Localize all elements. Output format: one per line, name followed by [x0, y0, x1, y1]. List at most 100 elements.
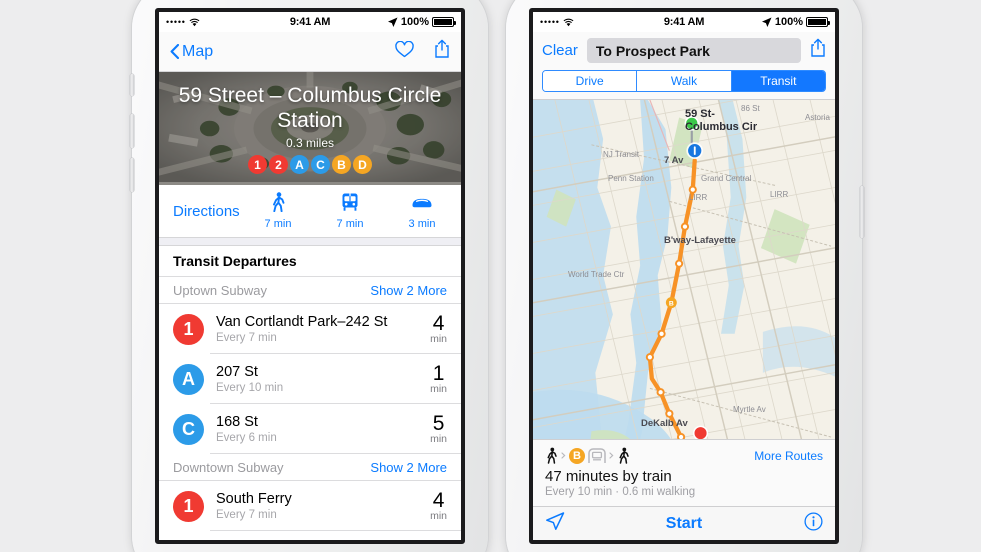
hero-overlay: 59 Street – Columbus Circle Station 0.3 … — [159, 72, 461, 185]
left-phone-screen: ••••• 9:41 AM 100% Map 59 Street – Colum… — [155, 8, 465, 544]
departure-group-header: Uptown Subway Show 2 More — [159, 277, 461, 304]
mode-drive[interactable]: 3 min — [397, 192, 447, 230]
transit-departures-title: Transit Departures — [159, 246, 461, 277]
departure-minutes: 4 — [432, 311, 445, 335]
right-phone-screen: ••••• 9:41 AM 100% Clear To Prospect Par… — [529, 8, 839, 544]
route-summary-panel: B More Routes 47 minutes by train Every … — [533, 439, 835, 506]
segment-drive[interactable]: Drive — [543, 71, 637, 91]
departure-minutes: 4 — [432, 488, 445, 512]
bus-icon — [342, 193, 358, 211]
right-status-time: 9:41 AM — [663, 16, 705, 28]
departure-info: South Ferry Every 7 min — [216, 491, 292, 521]
back-to-map-button[interactable]: Map — [170, 43, 213, 61]
share-icon[interactable] — [434, 39, 450, 64]
left-status-bar: ••••• 9:41 AM 100% — [159, 12, 461, 32]
station-line-badge: D — [353, 155, 372, 174]
share-icon[interactable] — [810, 38, 826, 63]
transit-map[interactable]: B 59 St- Columbus Cir 86 St Astoria NJ T… — [533, 100, 835, 439]
right-status-bar: ••••• 9:41 AM 100% — [533, 12, 835, 32]
left-nav-bar: Map — [159, 32, 461, 72]
section-gap — [159, 237, 461, 246]
departure-info: 207 St Every 10 min — [216, 364, 283, 394]
chevron-left-icon — [170, 44, 179, 59]
departure-frequency: Every 7 min — [216, 509, 277, 521]
directions-bar[interactable]: Directions 7 min 7 min 3 min — [159, 185, 461, 237]
departure-info: Van Cortlandt Park–242 St Every 7 min — [216, 314, 387, 344]
search-input[interactable]: To Prospect Park — [586, 38, 801, 63]
departure-minutes: 1 — [432, 361, 445, 385]
departure-frequency: Every 6 min — [216, 432, 277, 444]
walk-icon — [547, 447, 557, 464]
chevron-right-icon — [561, 452, 566, 459]
search-row: Clear To Prospect Park — [542, 38, 826, 63]
directions-modes: 7 min 7 min 3 min — [253, 192, 447, 230]
departure-frequency: Every 10 min — [216, 382, 284, 394]
car-icon — [412, 198, 432, 208]
station-hero-image[interactable]: 59 Street – Columbus Circle Station 0.3 … — [159, 72, 461, 185]
walk-icon — [619, 447, 629, 464]
departure-row[interactable]: A Rockaway Park Beach–116 St 1 min — [159, 531, 461, 541]
route-legs: B — [545, 447, 630, 464]
current-location-pin — [686, 142, 704, 160]
heart-icon[interactable] — [395, 40, 414, 63]
departure-destination: 168 St — [216, 414, 258, 430]
departure-info: 168 St Every 6 min — [216, 414, 277, 444]
departure-row[interactable]: A 207 St Every 10 min 1 min — [159, 354, 461, 404]
walk-icon — [273, 192, 285, 213]
departure-minutes: 5 — [432, 411, 445, 435]
departure-row[interactable]: C 168 St Every 6 min 5 min — [159, 404, 461, 454]
departure-eta: 1 min — [430, 361, 447, 395]
left-phone-silent-switch[interactable] — [130, 74, 134, 96]
station-line-badge: C — [311, 155, 330, 174]
departure-destination: South Ferry — [216, 491, 292, 507]
travel-mode-segmented-control[interactable]: Drive Walk Transit — [542, 70, 826, 92]
transit-departures-list[interactable]: Uptown Subway Show 2 More 1 Van Cortlandt … — [159, 277, 461, 541]
departure-eta: 5 min — [430, 411, 447, 445]
destination-pin — [692, 425, 709, 439]
mode-walk[interactable]: 7 min — [253, 192, 303, 230]
show-more-button[interactable]: Show 2 More — [370, 283, 447, 298]
mode-transit[interactable]: 7 min — [325, 192, 375, 230]
departure-line-badge: A — [173, 363, 204, 395]
segment-walk[interactable]: Walk — [636, 71, 731, 91]
departure-eta: 1 min — [433, 540, 445, 541]
back-label: Map — [182, 42, 214, 60]
left-phone-volume-up[interactable] — [130, 114, 134, 148]
station-line-badge: 1 — [248, 155, 267, 174]
start-button[interactable]: Start — [533, 515, 835, 533]
directions-label: Directions — [173, 202, 240, 220]
map-canvas: B — [533, 100, 835, 439]
train-icon — [588, 447, 606, 463]
station-line-badges: 12ACBD — [248, 155, 372, 174]
right-nav-bar: Clear To Prospect Park Drive Walk Transit — [533, 32, 835, 100]
start-bar: Start — [533, 506, 835, 540]
battery-icon — [432, 17, 456, 27]
route-detail: Every 10 min · 0.6 mi walking — [545, 486, 696, 498]
departure-unit: min — [430, 382, 447, 395]
left-phone-volume-down[interactable] — [130, 158, 134, 192]
departure-row[interactable]: 1 South Ferry Every 7 min 4 min — [159, 481, 461, 531]
show-more-button[interactable]: Show 2 More — [370, 460, 447, 475]
departure-minutes: 1 — [433, 540, 445, 541]
mode-transit-time: 7 min — [336, 218, 364, 230]
departure-group-header: Downtown Subway Show 2 More — [159, 454, 461, 481]
segment-transit[interactable]: Transit — [730, 71, 825, 91]
station-line-badge: 2 — [269, 155, 288, 174]
leg-line-badge: B — [569, 447, 585, 464]
clear-button[interactable]: Clear — [542, 42, 578, 59]
departure-frequency: Every 7 min — [216, 332, 277, 344]
battery-icon — [806, 17, 830, 27]
left-status-time: 9:41 AM — [289, 16, 331, 28]
departure-row[interactable]: 1 Van Cortlandt Park–242 St Every 7 min … — [159, 304, 461, 354]
station-distance: 0.3 miles — [285, 136, 335, 150]
more-routes-button[interactable]: More Routes — [754, 449, 823, 463]
departure-line-badge: C — [173, 413, 204, 445]
departure-eta: 4 min — [430, 311, 447, 345]
right-phone-power-button[interactable] — [860, 186, 864, 238]
screenshot-stage: ••••• 9:41 AM 100% Map 59 Street – Colum… — [0, 0, 981, 552]
departure-eta: 4 min — [430, 488, 447, 522]
mode-drive-time: 3 min — [408, 218, 436, 230]
group-label: Uptown Subway — [173, 282, 267, 298]
route-duration: 47 minutes by train — [545, 468, 672, 485]
chevron-right-icon — [609, 452, 614, 459]
